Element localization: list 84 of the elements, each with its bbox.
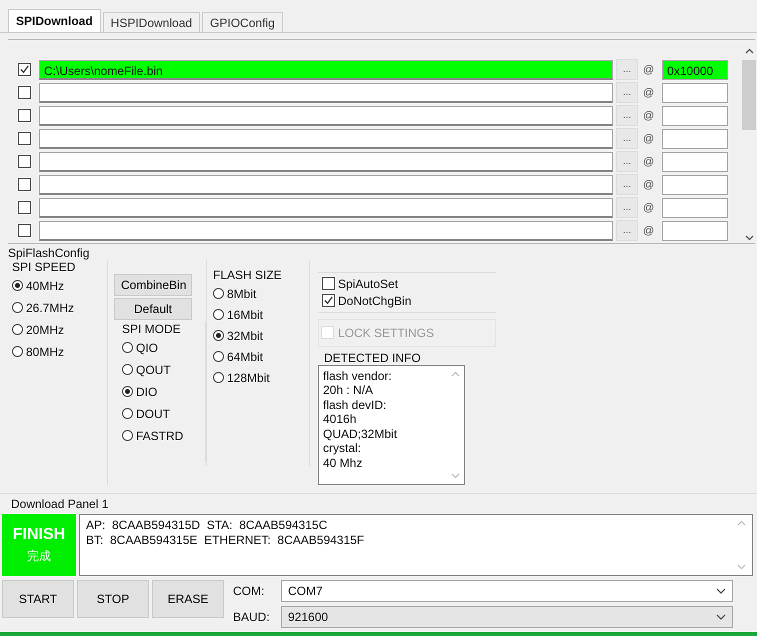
- checkbox[interactable]: [18, 178, 31, 191]
- tab[interactable]: GPIOConfig: [202, 12, 283, 32]
- browse-button[interactable]: ...: [616, 151, 638, 172]
- detected-info-box: flash vendor: 20h : N/A flash devID: 4016h QUAD;32Mbit crystal: 40 Mhz: [318, 364, 465, 485]
- tab[interactable]: SPIDownload: [8, 9, 101, 32]
- file-path-field[interactable]: [39, 220, 613, 240]
- section-title: SpiFlashConfig: [8, 246, 90, 260]
- status-title: FINISH: [12, 526, 66, 544]
- address-field[interactable]: [662, 198, 728, 218]
- checkbox[interactable]: [18, 155, 31, 168]
- radio-option[interactable]: FASTRD: [122, 428, 205, 444]
- scroll-down-icon[interactable]: [744, 234, 754, 241]
- group-title: SPI MODE: [122, 322, 182, 336]
- checkbox[interactable]: [18, 201, 31, 214]
- radio-option[interactable]: DOUT: [122, 406, 205, 422]
- status-subtitle: 完成: [27, 548, 51, 565]
- address-field[interactable]: [662, 152, 728, 172]
- radio-option[interactable]: 64Mbit: [213, 348, 309, 365]
- browse-button[interactable]: ...: [616, 174, 638, 195]
- address-field[interactable]: [662, 220, 728, 240]
- address-field[interactable]: [662, 128, 728, 148]
- radio-option[interactable]: 128Mbit: [213, 370, 309, 386]
- checkbox-option[interactable]: SpiAutoSet: [322, 276, 496, 291]
- browse-button[interactable]: ...: [616, 197, 638, 218]
- file-path-field[interactable]: [39, 106, 613, 126]
- field-label: BAUD:: [233, 610, 271, 624]
- caret-icon: [716, 588, 726, 594]
- radio-option[interactable]: 26.7MHz: [12, 300, 107, 316]
- checkbox-option[interactable]: DoNotChgBin: [322, 294, 496, 308]
- radio-option[interactable]: 32Mbit: [213, 328, 309, 344]
- browse-button[interactable]: ...: [616, 128, 638, 149]
- radio-option[interactable]: QOUT: [122, 362, 205, 378]
- group-title: FLASH SIZE: [213, 268, 283, 282]
- at-sign: @: [643, 86, 654, 98]
- section-title: Download Panel 1: [11, 497, 110, 512]
- at-sign: @: [643, 110, 654, 122]
- at-sign: @: [643, 202, 654, 214]
- checkbox[interactable]: [18, 86, 31, 99]
- file-path-field[interactable]: [39, 152, 613, 172]
- com-dropdown[interactable]: COM7: [281, 580, 733, 602]
- browse-button[interactable]: ...: [616, 82, 638, 103]
- address-field[interactable]: [662, 174, 728, 194]
- action-button[interactable]: STOP: [77, 580, 149, 618]
- address-field[interactable]: [662, 106, 728, 126]
- baud-dropdown[interactable]: 921600: [281, 606, 733, 628]
- browse-button[interactable]: ...: [616, 59, 638, 80]
- at-sign: @: [643, 132, 654, 144]
- field-label: COM:: [233, 584, 266, 598]
- radio-option[interactable]: 40MHz: [12, 278, 107, 294]
- radio-option[interactable]: QIO: [122, 340, 205, 356]
- checkbox[interactable]: [18, 224, 31, 237]
- checkbox[interactable]: [18, 132, 31, 145]
- group-title: SPI SPEED: [12, 260, 76, 274]
- action-button[interactable]: ERASE: [152, 580, 224, 618]
- check-icon: [323, 295, 334, 306]
- file-path-field[interactable]: [39, 174, 613, 194]
- at-sign: @: [643, 64, 654, 76]
- scrollbar[interactable]: [742, 46, 756, 243]
- file-path-field[interactable]: [39, 198, 613, 218]
- log-box: AP: 8CAAB594315D STA: 8CAAB594315C BT: 8CAAB594315E ETHERNET: 8CAAB594315F: [79, 514, 753, 576]
- radio-option[interactable]: 8Mbit: [213, 286, 309, 302]
- group-title: DETECTED INFO: [324, 350, 422, 365]
- radio-option[interactable]: 16Mbit: [213, 306, 309, 323]
- file-path-field[interactable]: C:\Users\nomeFile.bin: [39, 60, 613, 80]
- at-sign: @: [643, 224, 654, 236]
- address-field[interactable]: 0x10000: [662, 60, 728, 80]
- browse-button[interactable]: ...: [616, 105, 638, 126]
- browse-button[interactable]: ...: [616, 220, 638, 241]
- file-path-field[interactable]: [39, 82, 613, 102]
- radio-option[interactable]: 20MHz: [12, 322, 107, 338]
- scroll-up-icon[interactable]: [744, 48, 754, 54]
- caret-icon: [716, 614, 726, 620]
- at-sign: @: [643, 156, 654, 168]
- at-sign: @: [643, 178, 654, 190]
- config-button[interactable]: Default: [114, 298, 192, 320]
- tab[interactable]: HSPIDownload: [102, 12, 200, 32]
- checkbox[interactable]: [18, 109, 31, 122]
- checkbox[interactable]: [18, 63, 31, 76]
- address-field[interactable]: [662, 82, 728, 102]
- radio-option[interactable]: DIO: [122, 384, 205, 400]
- radio-option[interactable]: 80MHz: [12, 344, 107, 360]
- action-button[interactable]: START: [2, 580, 74, 618]
- file-path-field[interactable]: [39, 128, 613, 148]
- config-button[interactable]: CombineBin: [114, 274, 192, 296]
